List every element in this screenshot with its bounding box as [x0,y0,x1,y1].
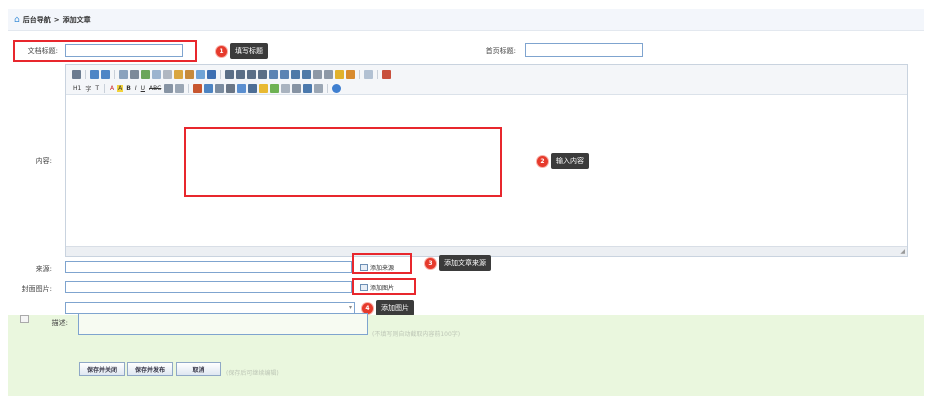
paste-word-icon[interactable] [207,69,216,79]
remove-format-icon[interactable] [175,83,185,93]
title-label: 文档标题: [27,47,58,55]
outdent-icon[interactable] [302,69,311,79]
heading-button[interactable]: H1 [72,85,82,92]
about-icon[interactable] [382,69,391,79]
home-icon[interactable]: ⌂ [14,15,20,25]
add-image-icon [360,284,368,291]
callout-3-number: 3 [425,257,436,269]
cover-label: 封面图片: [21,285,52,293]
add-source-icon [360,264,368,271]
redo-icon[interactable] [101,69,110,79]
breadcrumb-current: 添加文章 [62,15,91,24]
callout-2-text: 输入内容 [551,153,589,169]
source-code-icon[interactable] [72,69,81,79]
chevron-down-icon[interactable]: ▾ [349,304,352,311]
highlight-color-button[interactable]: A [117,84,124,92]
select-all-icon[interactable] [346,69,355,79]
home-title-label: 首页标题: [485,47,516,55]
callout-1-number: 1 [216,45,227,57]
home-title-input[interactable] [525,43,643,57]
strikethrough-button[interactable]: ABC [148,85,162,92]
emoticon-icon[interactable] [259,83,269,93]
map-icon[interactable] [270,83,280,93]
callout-1: 1 填写标题 [216,43,268,59]
callout-2: 2 输入内容 [537,153,589,169]
source-input[interactable] [65,261,352,273]
code-icon[interactable] [152,69,161,79]
callout-4-number: 4 [362,302,373,314]
ordered-list-icon[interactable] [269,69,278,79]
content-highlight-box [184,127,502,197]
align-right-icon[interactable] [247,69,256,79]
undo-icon[interactable] [90,69,99,79]
font-color-button[interactable]: A [109,85,115,92]
save-and-close-button[interactable]: 保存并关闭 [79,362,125,376]
paste-icon[interactable] [185,69,194,79]
toolbar-row-1 [72,68,901,80]
callout-3: 3 添加文章来源 [425,255,491,271]
callout-4-text: 添加图片 [376,300,414,316]
resize-handle-icon[interactable]: ◢ [900,248,905,255]
breadcrumb: ⌂ 后台导航 > 添加文章 [8,9,924,31]
align-center-icon[interactable] [236,69,245,79]
breadcrumb-separator: > [53,15,60,24]
fullscreen-icon[interactable] [364,69,373,79]
table-icon[interactable] [237,83,247,93]
desc-label: 描述: [51,319,68,327]
subscript-icon[interactable] [313,69,322,79]
help-icon[interactable] [332,83,342,93]
template-icon[interactable] [141,69,150,79]
broken-image-icon [20,315,29,323]
font-size-button[interactable]: T [94,85,100,92]
preview-icon[interactable] [119,69,128,79]
clear-format-icon[interactable] [335,69,344,79]
description-textarea[interactable] [78,313,368,335]
add-image-button[interactable]: 添加图片 [360,283,394,292]
print-icon[interactable] [130,69,139,79]
cancel-button[interactable]: 取消 [176,362,221,376]
underline-button[interactable]: U [140,85,146,92]
cut-icon[interactable] [163,69,172,79]
title-input[interactable] [65,44,183,57]
superscript-icon[interactable] [324,69,333,79]
page-break-icon[interactable] [281,83,291,93]
unlink-icon[interactable] [314,83,324,93]
copy-icon[interactable] [174,69,183,79]
horizontal-rule-icon[interactable] [248,83,258,93]
callout-4: 4 添加图片 [362,300,414,316]
add-image-label: 添加图片 [370,285,395,292]
link-icon[interactable] [303,83,313,93]
multi-image-icon[interactable] [204,83,214,93]
bold-button[interactable]: B [125,85,132,92]
add-source-button[interactable]: 添加来源 [360,263,394,272]
font-family-button[interactable]: 字 [84,84,92,93]
italic-button[interactable]: I [134,85,138,92]
toolbar-row-2: H1 字 T A A B I U ABC [72,82,901,94]
add-source-label: 添加来源 [370,265,395,272]
breadcrumb-home[interactable]: 后台导航 [23,15,51,25]
save-hint: (保存后可继续编辑) [226,370,279,377]
callout-3-text: 添加文章来源 [439,255,491,271]
align-left-icon[interactable] [225,69,234,79]
editor-toolbar: H1 字 T A A B I U ABC [66,65,907,95]
cover-image-input[interactable] [65,281,352,293]
unordered-list-icon[interactable] [280,69,289,79]
align-justify-icon[interactable] [258,69,267,79]
callout-1-text: 填写标题 [230,43,268,59]
flash-icon[interactable] [215,83,225,93]
image-icon[interactable] [193,83,203,93]
anchor-icon[interactable] [292,83,302,93]
source-label: 来源: [35,265,52,273]
callout-2-number: 2 [537,155,548,167]
desc-hint: (不填写则自动截取内容前100字) [372,331,461,338]
save-and-publish-button[interactable]: 保存并发布 [127,362,173,376]
media-icon[interactable] [226,83,236,93]
line-height-icon[interactable] [164,83,174,93]
content-label: 内容: [35,157,52,165]
indent-icon[interactable] [291,69,300,79]
paste-text-icon[interactable] [196,69,205,79]
